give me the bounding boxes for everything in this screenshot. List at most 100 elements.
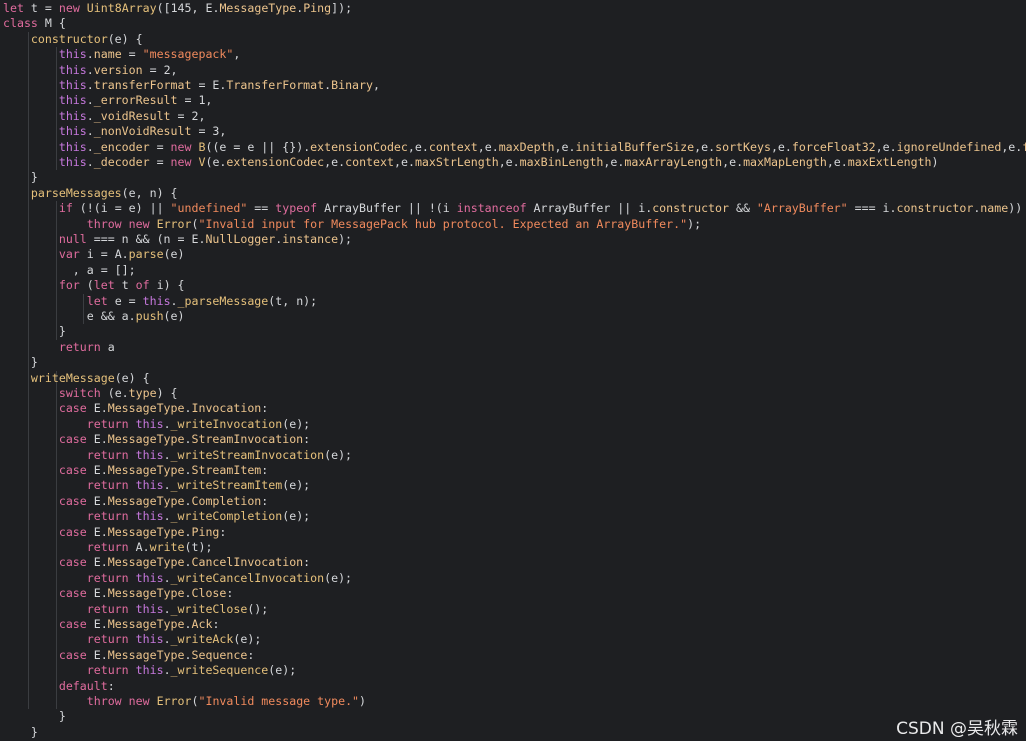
code-token: _writeAck <box>170 632 234 647</box>
code-token: ignoreUndefined <box>896 139 1002 154</box>
code-token: ,e. <box>770 139 792 154</box>
code-token: maxBinLength <box>519 155 604 169</box>
code-line: this.name = "messagepack", <box>3 47 241 62</box>
code-token: MessageType <box>107 463 185 477</box>
code-token: MessageType <box>107 524 185 539</box>
code-line: return this._writeAck(e); <box>3 632 262 647</box>
code-line: this.version = 2, <box>3 63 178 78</box>
code-token: _nonVoidResult <box>93 124 192 139</box>
code-token: (); <box>247 601 269 616</box>
code-token: transferFormat <box>93 78 192 92</box>
code-token: _decoder <box>93 155 150 169</box>
code-token: = 2, <box>142 62 178 77</box>
code-token: Invocation <box>191 401 262 416</box>
code-line: switch (e.type) { <box>3 386 178 401</box>
code-token: == <box>247 201 276 216</box>
code-token: ) <box>931 155 939 169</box>
code-token: . <box>86 47 94 62</box>
code-token: throw <box>86 216 122 231</box>
code-token: (e. <box>205 155 227 169</box>
code-token: ) { <box>156 386 178 400</box>
code-token: , <box>233 47 241 62</box>
code-token: ,e. <box>407 139 429 154</box>
code-token: this <box>58 93 87 108</box>
code-token: "undefined" <box>170 201 248 216</box>
code-token: ); <box>338 232 353 246</box>
code-token: this <box>135 601 164 616</box>
code-token: t = <box>23 1 59 15</box>
code-token: && <box>728 201 757 216</box>
code-token: type <box>128 386 157 400</box>
code-token: maxExtLength <box>847 155 932 169</box>
code-token: ); <box>687 216 702 231</box>
code-line: this._encoder = new B((e = e || {}).exte… <box>3 140 1026 155</box>
code-line: return a <box>3 340 115 355</box>
code-token: . <box>86 62 94 77</box>
code-line: var i = A.parse(e) <box>3 247 185 262</box>
code-token: . <box>163 632 171 647</box>
code-token: return <box>86 416 129 431</box>
code-token: : <box>226 586 234 601</box>
code-token: case <box>58 432 87 447</box>
code-token: (e) <box>163 247 185 262</box>
code-token: , a = []; <box>3 262 136 277</box>
code-token: MessageType <box>107 555 185 570</box>
code-token: ,e. <box>1001 139 1023 154</box>
code-token: this <box>135 509 164 524</box>
code-token: . <box>86 124 94 139</box>
code-token: } <box>3 170 38 185</box>
code-token: ,e. <box>875 139 897 154</box>
code-line: this._voidResult = 2, <box>3 109 206 124</box>
code-token: E. <box>86 401 108 416</box>
code-token: instance <box>282 232 339 246</box>
code-line: for (let t of i) { <box>3 278 185 293</box>
code-token: = <box>149 139 171 154</box>
code-line: } <box>3 355 38 370</box>
code-token: Uint8Array <box>86 1 157 15</box>
code-token: maxStrLength <box>414 155 499 169</box>
code-line: class M { <box>3 16 66 31</box>
code-token: : <box>219 524 227 539</box>
code-token: E. <box>86 524 108 539</box>
code-token: . <box>163 478 171 493</box>
code-token: case <box>58 647 87 662</box>
code-token: = 1, <box>177 93 213 108</box>
code-token: ,e. <box>393 155 415 169</box>
code-token: . <box>170 293 178 308</box>
code-token: case <box>58 493 87 508</box>
code-token: Ping <box>191 524 220 539</box>
code-token: E. <box>86 586 108 601</box>
code-line: return this._writeSequence(e); <box>3 663 296 678</box>
code-token: NullLogger <box>205 232 276 246</box>
code-line: this.transferFormat = E.TransferFormat.B… <box>3 78 380 93</box>
code-line: return this._writeStreamInvocation(e); <box>3 448 352 463</box>
code-line: this._nonVoidResult = 3, <box>3 124 227 139</box>
code-token: M { <box>37 16 66 31</box>
code-token: Error <box>156 694 192 708</box>
code-editor[interactable]: let t = new Uint8Array([145, E.MessageTy… <box>0 0 1026 741</box>
code-token: this <box>58 47 87 62</box>
code-token: (e); <box>282 478 311 493</box>
code-token: MessageType <box>107 401 185 416</box>
code-token: : <box>303 432 311 447</box>
code-token: return <box>86 478 129 493</box>
code-token: = <box>149 155 171 169</box>
code-token: E. <box>86 555 108 570</box>
code-line: } <box>3 709 66 724</box>
code-token: return <box>86 601 129 616</box>
code-line: return A.write(t); <box>3 540 213 555</box>
code-token: )) <box>1008 201 1023 216</box>
code-line: case E.MessageType.Close: <box>3 586 234 601</box>
code-token: E. <box>86 432 108 447</box>
